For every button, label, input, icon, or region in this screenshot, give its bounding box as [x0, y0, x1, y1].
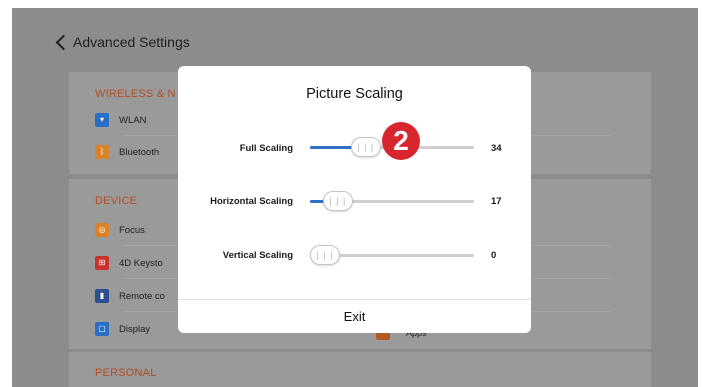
horizontal-scaling-value: 17	[491, 196, 502, 207]
slider-label-vertical-scaling: Vertical Scaling	[222, 250, 293, 261]
settings-item-label: Focus	[119, 224, 145, 236]
settings-item-remote[interactable]: ▮ Remote co	[95, 289, 165, 303]
exit-button[interactable]: Exit	[178, 300, 531, 333]
remote-icon: ▮	[95, 289, 109, 303]
vertical-scaling-value: 0	[491, 250, 497, 261]
step-callout-badge: 2	[382, 122, 420, 160]
focus-icon: ◎	[95, 223, 109, 237]
chevron-left-icon	[55, 34, 72, 50]
section-title-wireless: WIRELESS & N	[95, 88, 176, 100]
picture-scaling-dialog: Picture Scaling Full Scaling | | | 34 Ho…	[178, 66, 531, 333]
keystone-icon: ⊞	[95, 256, 109, 270]
personal-section: PERSONAL	[69, 352, 651, 387]
settings-item-bluetooth[interactable]: ᛒ Bluetooth	[95, 145, 159, 159]
back-button[interactable]: Advanced Settings	[55, 31, 190, 53]
settings-item-label: 4D Keysto	[119, 257, 163, 269]
display-icon: ▢	[95, 322, 109, 336]
slider-label-horizontal-scaling: Horizontal Scaling	[210, 196, 293, 207]
wifi-icon: ▾	[95, 113, 109, 127]
full-scaling-value: 34	[491, 143, 502, 154]
slider-thumb[interactable]: | | |	[350, 137, 381, 157]
settings-item-display[interactable]: ▢ Display	[95, 322, 150, 336]
slider-thumb[interactable]: | | |	[310, 245, 340, 265]
section-title-device: DEVICE	[95, 195, 138, 207]
settings-item-focus[interactable]: ◎ Focus	[95, 223, 145, 237]
settings-item-label: Bluetooth	[119, 146, 160, 158]
back-label: Advanced Settings	[73, 34, 190, 50]
bluetooth-icon: ᛒ	[95, 145, 109, 159]
settings-item-wlan[interactable]: ▾ WLAN	[95, 113, 146, 127]
horizontal-scaling-slider[interactable]: | | |	[310, 191, 474, 211]
settings-item-label: Remote co	[119, 290, 165, 302]
slider-label-full-scaling: Full Scaling	[239, 143, 293, 154]
vertical-scaling-slider[interactable]: | | |	[310, 245, 474, 265]
settings-item-label: Display	[119, 323, 151, 335]
slider-thumb[interactable]: | | |	[322, 191, 353, 211]
section-title-personal: PERSONAL	[95, 367, 157, 379]
settings-item-label: WLAN	[119, 114, 147, 126]
dialog-title: Picture Scaling	[306, 86, 403, 102]
settings-item-keystone[interactable]: ⊞ 4D Keysto	[95, 256, 163, 270]
